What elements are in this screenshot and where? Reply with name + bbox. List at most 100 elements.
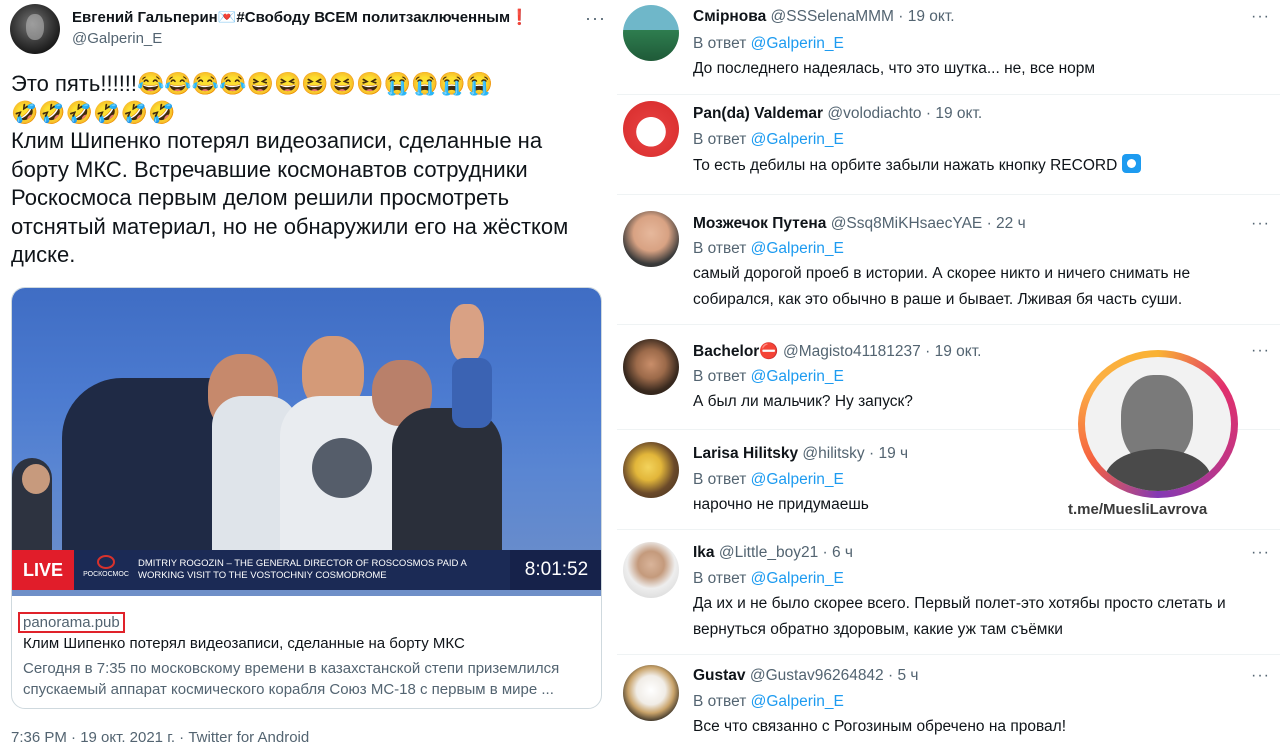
reply-text: Да их и не было скорее всего. Первый пол… [693,595,1226,638]
reply-time[interactable]: 19 окт. [935,343,982,360]
tweet-meta[interactable]: 7:36 PM · 19 окт. 2021 г. · Twitter for … [11,729,309,746]
reply-header: Gustav @Gustav96264842 · 5 ч [693,667,919,685]
watermark-logo [1078,350,1238,498]
reply-author-name[interactable]: Bachelor [693,343,759,360]
replying-prefix: В ответ [693,240,747,257]
reply-time[interactable]: 6 ч [832,544,853,561]
emoji-line-2: 🤣🤣🤣🤣🤣🤣 [11,99,176,125]
replying-to: В ответ @Galperin_E [693,240,844,258]
separator-dot: · [868,445,875,462]
tweet-text: Это пять!!!!!!😂😂😂😂😆😆😆😆😆😭😭😭😭 🤣🤣🤣🤣🤣🤣 Клим … [11,70,601,270]
broadcast-time: 8:01:52 [510,550,601,590]
mention-link[interactable]: @Galperin_E [751,570,844,587]
reply-item[interactable]: Мозжечок Путена @Ssq8MiKHsaecYAE · 22 ч … [617,195,1280,325]
separator-dot: · [925,105,932,122]
author-name-text: Евгений Гальперин [72,9,218,26]
reply-item[interactable]: Pan(da) Valdemar @volodiachto · 19 окт. … [617,95,1280,195]
more-dots-icon[interactable]: ··· [1251,667,1270,685]
replying-prefix: В ответ [693,693,747,710]
separator-dot: · [898,8,904,25]
author-name[interactable]: Евгений Гальперин💌#Свободу ВСЕМ политзак… [72,8,529,26]
main-tweet: Евгений Гальперин💌#Свободу ВСЕМ политзак… [0,0,612,746]
reply-header: Ika @Little_boy21 · 6 ч [693,544,853,562]
reply-author-name[interactable]: Ika [693,544,715,561]
reply-header: Bachelor⛔ @Magisto41181237 · 19 окт. [693,342,981,361]
more-dots-icon[interactable]: ··· [1251,8,1270,26]
avatar[interactable] [623,542,679,598]
card-title[interactable]: Клим Шипенко потерял видеозаписи, сделан… [23,635,465,652]
reply-handle[interactable]: @Gustav96264842 [750,667,884,684]
replying-prefix: В ответ [693,131,747,148]
reply-item[interactable]: Смірнова @SSSelenaMMM · 19 окт. ··· В от… [617,0,1280,95]
broadcast-caption: DMITRIY ROGOZIN – THE GENERAL DIRECTOR O… [138,558,467,581]
card-description: Сегодня в 7:35 по московскому времени в … [23,660,560,698]
author-name-suffix: #Свободу ВСЕМ политзаключенным [236,9,511,26]
mention-link[interactable]: @Galperin_E [751,131,844,148]
avatar[interactable] [623,211,679,267]
reply-handle[interactable]: @SSSelenaMMM [771,8,894,25]
reply-text-container: То есть дебилы на орбите забыли нажать к… [693,153,1273,179]
replying-to: В ответ @Galperin_E [693,471,844,489]
avatar[interactable] [623,665,679,721]
reply-handle[interactable]: @Magisto41181237 [783,343,921,360]
reply-time[interactable]: 19 ч [878,445,908,462]
avatar[interactable] [623,101,679,157]
record-button-icon [1121,154,1141,173]
tweet-text-body: Клим Шипенко потерял видеозаписи, сделан… [11,128,569,267]
separator-dot: · [822,544,828,561]
reply-time[interactable]: 5 ч [897,667,918,684]
reply-time[interactable]: 19 окт. [935,105,982,122]
author-avatar[interactable] [10,4,60,54]
mention-link[interactable]: @Galperin_E [751,35,844,52]
reply-header: Смірнова @SSSelenaMMM · 19 окт. [693,8,955,26]
mention-link[interactable]: @Galperin_E [751,471,844,488]
heart-icon: 💌 [217,9,237,26]
more-dots-icon[interactable]: ··· [585,8,606,29]
mention-link[interactable]: @Galperin_E [751,693,844,710]
reply-author-name[interactable]: Gustav [693,667,746,684]
watermark-text: t.me/MuesliLavrova [1068,501,1208,518]
card-image[interactable]: LIVE РОСКОСМОС DMITRIY ROGOZIN – THE GEN… [12,288,601,596]
separator-dot: · [925,343,931,360]
more-dots-icon[interactable]: ··· [1251,342,1270,360]
author-handle[interactable]: @Galperin_E [72,30,162,47]
reply-author-name[interactable]: Larisa Hilitsky [693,445,798,462]
replying-prefix: В ответ [693,570,747,587]
avatar[interactable] [623,339,679,395]
link-card[interactable]: LIVE РОСКОСМОС DMITRIY ROGOZIN – THE GEN… [11,287,602,709]
reply-item[interactable]: Ika @Little_boy21 · 6 ч ··· В ответ @Gal… [617,530,1280,655]
replying-prefix: В ответ [693,368,747,385]
reply-header: Мозжечок Путена @Ssq8MiKHsaecYAE · 22 ч [693,215,1026,233]
mention-link[interactable]: @Galperin_E [751,240,844,257]
mention-link[interactable]: @Galperin_E [751,368,844,385]
separator-dot: · [888,667,894,684]
live-badge: LIVE [12,550,74,590]
reply-handle[interactable]: @volodiachto [827,105,921,122]
reply-handle[interactable]: @Ssq8MiKHsaecYAE [831,215,983,232]
reply-handle[interactable]: @Little_boy21 [719,544,818,561]
reply-author-name[interactable]: Смірнова [693,8,766,25]
more-dots-icon[interactable]: ··· [1251,215,1270,233]
reply-handle[interactable]: @hilitsky [802,445,864,462]
emoji-line-1: 😂😂😂😂😆😆😆😆😆😭😭😭😭 [137,71,494,96]
no-entry-icon: ⛔ [759,343,779,360]
card-domain[interactable]: panorama.pub [18,612,125,633]
replying-to: В ответ @Galperin_E [693,693,844,711]
reply-text: До последнего надеялась, что это шутка..… [693,60,1096,77]
replying-prefix: В ответ [693,471,747,488]
replying-to: В ответ @Galperin_E [693,35,844,53]
tweet-text-intro: Это пять!!!!!! [11,71,138,96]
replying-to: В ответ @Galperin_E [693,368,844,386]
reply-time[interactable]: 22 ч [996,215,1026,232]
reply-author-name[interactable]: Pan(da) Valdemar [693,105,823,122]
avatar[interactable] [623,442,679,498]
more-dots-icon[interactable]: ··· [1251,544,1270,562]
reply-text: То есть дебилы на орбите забыли нажать к… [693,157,1118,174]
replying-to: В ответ @Galperin_E [693,131,844,149]
reply-time[interactable]: 19 окт. [908,8,955,25]
exclamation-icon: ❗ [510,9,529,26]
live-broadcast-bar: LIVE РОСКОСМОС DMITRIY ROGOZIN – THE GEN… [12,550,601,590]
reply-author-name[interactable]: Мозжечок Путена [693,215,826,232]
avatar[interactable] [623,5,679,61]
reply-item[interactable]: Gustav @Gustav96264842 · 5 ч ··· В ответ… [617,655,1280,746]
